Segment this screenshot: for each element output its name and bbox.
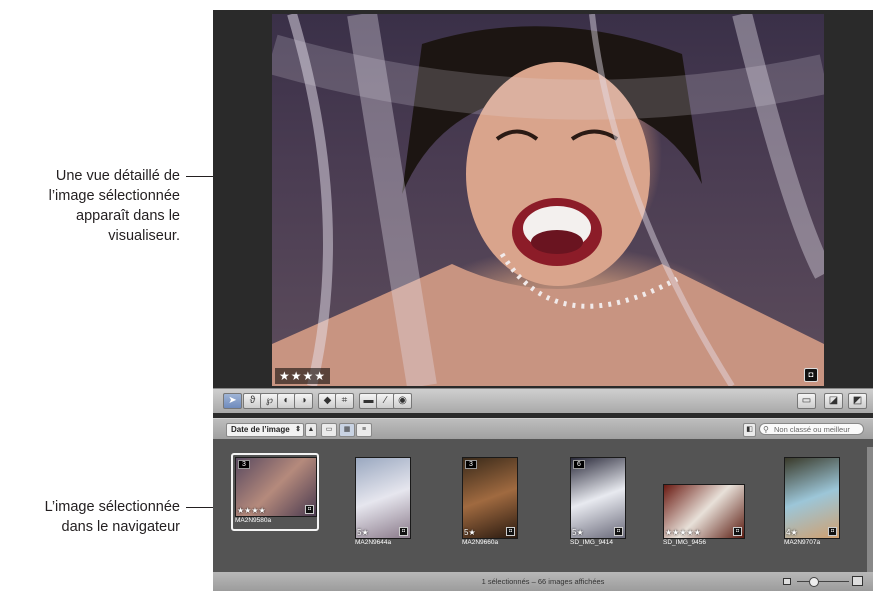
list-view-button[interactable]: ≡ <box>356 423 372 437</box>
viewer-callout-line-2: l’image sélectionnée <box>48 188 180 204</box>
search-field[interactable]: ⚲ Non classé ou meilleur <box>759 423 864 435</box>
browser-callout-line-2: dans le navigateur <box>61 519 181 535</box>
status-text: 1 sélectionnés – 66 images affichées <box>481 577 605 586</box>
badge-icon: ◘ <box>506 527 515 536</box>
viewer-callout-line-3: apparaît dans le <box>76 208 180 224</box>
thumbnail-rating: 5★ <box>464 528 476 537</box>
thumbnail-name: MA2N9707a <box>784 539 821 546</box>
thumbnail-rating: 5★ <box>572 528 584 537</box>
stack-count-badge[interactable]: 6 <box>573 460 585 469</box>
badge-icon: ◘ <box>828 527 837 536</box>
thumbnail-rating: 5★ <box>357 528 369 537</box>
thumbnail-name: SD_IMG_9456 <box>663 539 706 546</box>
thumbnail-name: MA2N9644a <box>355 539 392 546</box>
search-icon: ⚲ <box>763 425 769 434</box>
thumbnail[interactable]: 6 5★ ◘ SD_IMG_9414 <box>570 457 626 549</box>
small-thumb-icon <box>783 578 791 585</box>
viewer: ★★★★ ◘ <box>213 10 873 388</box>
inspector-icon[interactable]: ◪ <box>824 393 843 409</box>
thumbnail-rating: 4★ <box>786 528 798 537</box>
thumbnail-size-slider[interactable] <box>783 576 863 587</box>
large-thumb-icon <box>852 576 863 586</box>
select-arrow-icon[interactable]: ➤ <box>223 393 242 409</box>
browser: 3 ★★★★ ◘ MA2N9580a 5★ ◘ MA2N9644a 3 5★ ◘ MA2N9660a… <box>213 439 873 591</box>
slider-track <box>797 581 849 582</box>
target-icon[interactable]: ◉ <box>393 393 412 409</box>
slider-knob[interactable] <box>809 577 819 587</box>
sort-direction-button[interactable]: ▲ <box>305 423 317 437</box>
viewer-callout-line-1: Une vue détaillé de <box>55 168 180 184</box>
badge-icon: ◘ <box>733 527 742 536</box>
thumbnail-image: 4★ ◘ <box>784 457 840 539</box>
viewer-rating: ★★★★ <box>275 368 331 384</box>
thumbnail-name: MA2N9660a <box>462 539 499 546</box>
browser-scrollbar[interactable] <box>867 447 873 577</box>
search-placeholder: Non classé ou meilleur <box>774 425 850 434</box>
rotate-right-icon[interactable]: ◑ <box>294 393 313 409</box>
stack-count-badge[interactable]: 3 <box>465 460 477 469</box>
badge-icon: ◘ <box>614 527 623 536</box>
panel-icon[interactable]: ◩ <box>848 393 867 409</box>
badge-icon: ◘ <box>804 368 818 382</box>
display-icon[interactable]: ▭ <box>797 393 816 409</box>
thumbnail[interactable]: 4★ ◘ MA2N9707a <box>784 457 840 549</box>
viewer-callout-line-4: visualiseur. <box>108 228 180 244</box>
thumbnail[interactable]: 3 5★ ◘ MA2N9660a <box>462 457 518 549</box>
sort-select[interactable]: Date de l’image ⇕ <box>226 423 304 437</box>
thumbnail-rating: ★★★★★ <box>665 528 701 537</box>
thumbnail-name: SD_IMG_9414 <box>570 539 613 546</box>
viewer-photo[interactable]: ★★★★ ◘ <box>272 14 824 386</box>
status-bar: 1 sélectionnés – 66 images affichées <box>213 572 873 591</box>
navigator-header: Date de l’image ⇕ ▲ ▭ ▦ ≡ ◧ ⚲ Non classé… <box>213 418 873 439</box>
thumbnail-image: 5★ ◘ <box>355 457 411 539</box>
badge-icon: ◘ <box>399 527 408 536</box>
thumbnail-image: ★★★★★ ◘ <box>663 484 745 539</box>
thumbnail-image: 6 5★ ◘ <box>570 457 626 539</box>
browser-callout-line-1: L’image sélectionnée <box>44 499 180 515</box>
browser-callout: L’image sélectionnée dans le navigateur <box>0 497 180 537</box>
sort-select-label: Date de l’image <box>231 425 290 434</box>
crop-icon[interactable]: ⌗ <box>335 393 354 409</box>
aperture-window: ★★★★ ◘ ➤ ϑ ℘ ◐ ◑ ◆ ⌗ ▬ ∕ ◉ ▭ ◪ ◩ Date de l’image ⇕ ▲… <box>213 10 873 591</box>
viewer-callout: Une vue détaillé de l’image sélectionnée… <box>0 166 180 246</box>
thumbnail-image: 3 5★ ◘ <box>462 457 518 539</box>
filmstrip-view-button[interactable]: ▭ <box>321 423 337 437</box>
thumbnail[interactable]: ★★★★★ ◘ SD_IMG_9456 <box>663 484 745 549</box>
selection-frame <box>231 453 319 531</box>
grid-view-button[interactable]: ▦ <box>339 423 355 437</box>
filter-hud-button[interactable]: ◧ <box>743 423 756 437</box>
thumbnail[interactable]: 5★ ◘ MA2N9644a <box>355 457 411 549</box>
select-arrows-icon: ⇕ <box>295 426 301 433</box>
veil-overlay <box>272 14 824 386</box>
toolbar: ➤ ϑ ℘ ◐ ◑ ◆ ⌗ ▬ ∕ ◉ ▭ ◪ ◩ <box>213 388 873 413</box>
